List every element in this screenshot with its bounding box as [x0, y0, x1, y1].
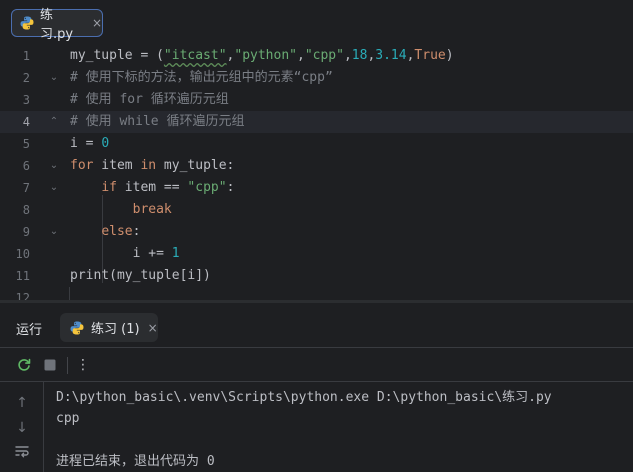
code-line-4-current: 4 ⌃ # 使用 while 循环遍历元组	[0, 111, 633, 133]
console-side-toolbar: ↑ ↓	[0, 382, 44, 472]
indent-guide	[69, 287, 70, 300]
code-line-6: 6 ⌄ for item in my_tuple:	[0, 155, 633, 177]
line-number: 2	[22, 71, 30, 85]
line-number: 6	[22, 159, 30, 173]
code-comment: # 使用下标的方法，输出元组中的元素“cpp”	[70, 70, 333, 85]
line-number: 3	[22, 93, 30, 107]
code-text: print(my_tuple[i])	[70, 268, 211, 283]
code-text: i += 1	[70, 246, 180, 261]
line-number: 1	[22, 49, 30, 63]
code-text: else:	[101, 224, 141, 239]
code-line-12: 12	[0, 287, 633, 300]
editor-tab-bar: 练习.py ×	[0, 0, 633, 42]
code-line-7: 7 ⌄ if item == "cpp":	[0, 177, 633, 199]
run-tool-window: 运行 练习 (1) × ⋮ ↑ ↓ D:\python_basic\.venv\…	[0, 303, 633, 472]
python-file-icon	[69, 320, 85, 336]
rerun-icon[interactable]	[15, 356, 33, 374]
code-line-5: 5 i = 0	[0, 133, 633, 155]
stop-icon[interactable]	[41, 356, 59, 374]
console-line-output: cpp	[56, 411, 80, 426]
code-line-9: 9 ⌄ else:	[0, 221, 633, 243]
close-icon[interactable]: ×	[92, 16, 102, 30]
console-line-command: D:\python_basic\.venv\Scripts\python.exe…	[56, 390, 552, 405]
code-line-8: 8 break	[0, 199, 633, 221]
code-text: if item == "cpp":	[101, 180, 235, 195]
code-text: my_tuple = ("itcast","python","cpp",18,3…	[70, 48, 454, 63]
code-comment: # 使用 while 循环遍历元组	[70, 114, 245, 129]
run-tab-practice[interactable]: 练习 (1) ×	[60, 313, 158, 342]
arrow-down-icon[interactable]: ↓	[13, 419, 31, 437]
code-text: break	[132, 202, 172, 217]
code-text: for item in my_tuple:	[70, 158, 235, 173]
code-line-11: 11 print(my_tuple[i])	[0, 265, 633, 287]
run-tab-label: 练习 (1)	[91, 322, 140, 337]
close-icon[interactable]: ×	[148, 321, 158, 335]
code-line-10: 10 i += 1	[0, 243, 633, 265]
line-number: 7	[22, 181, 30, 195]
code-line-3: 3 # 使用 for 循环遍历元组	[0, 89, 633, 111]
run-toolbar: ⋮	[0, 348, 633, 382]
console-line-exit-status: 进程已结束，退出代码为 0	[56, 454, 215, 469]
soft-wrap-icon[interactable]	[13, 445, 31, 463]
line-number: 4	[22, 115, 30, 129]
code-comment: # 使用 for 循环遍历元组	[70, 92, 229, 107]
code-line-1: 1 my_tuple = ("itcast","python","cpp",18…	[0, 45, 633, 67]
arrow-up-icon[interactable]: ↑	[13, 394, 31, 412]
divider	[0, 381, 633, 382]
editor-tab-label: 练习.py	[40, 8, 74, 42]
line-number: 12	[15, 291, 30, 300]
line-number: 11	[15, 269, 30, 283]
fold-chevron-icon[interactable]: ⌄	[48, 67, 60, 89]
code-editor[interactable]: 1 my_tuple = ("itcast","python","cpp",18…	[0, 41, 633, 300]
more-options-icon[interactable]: ⋮	[74, 356, 92, 374]
fold-chevron-icon[interactable]: ⌄	[48, 221, 60, 243]
python-file-icon	[19, 15, 35, 31]
fold-chevron-icon[interactable]: ⌃	[48, 111, 60, 133]
fold-chevron-icon[interactable]: ⌄	[48, 155, 60, 177]
fold-chevron-icon[interactable]: ⌄	[48, 177, 60, 199]
run-header: 运行 练习 (1) ×	[0, 303, 633, 347]
run-window-title: 运行	[16, 323, 43, 338]
line-number: 10	[15, 247, 30, 261]
line-number: 5	[22, 137, 30, 151]
line-number: 9	[22, 225, 30, 239]
code-line-2: 2 ⌄ # 使用下标的方法，输出元组中的元素“cpp”	[0, 67, 633, 89]
line-number: 8	[22, 203, 30, 217]
toolbar-separator	[67, 357, 68, 374]
editor-tab-practice-py[interactable]: 练习.py ×	[11, 8, 103, 42]
code-text: i = 0	[70, 136, 110, 151]
